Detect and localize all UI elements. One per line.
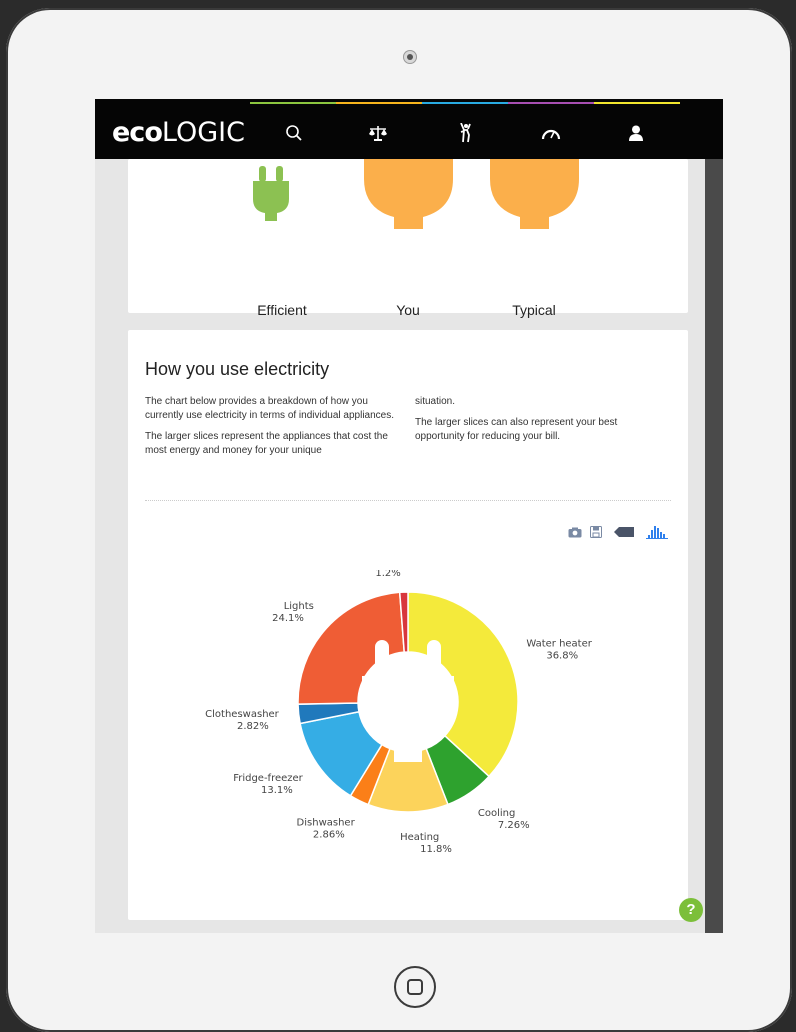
slice-label: Cooling7.26% <box>478 808 530 831</box>
efficient-plug-icon <box>253 166 289 221</box>
top-navbar: ecoLOGIC <box>95 99 723 159</box>
label-you: You <box>396 302 420 318</box>
slice-category: Cooling <box>478 808 515 819</box>
slice-category: Lights <box>284 601 314 612</box>
help-button[interactable]: ? <box>679 898 703 922</box>
strip-segment <box>250 102 336 104</box>
slice-label: Heating11.8% <box>400 832 452 855</box>
chart-toolbar <box>568 525 668 539</box>
slice-label: Dishwasher2.86% <box>297 818 356 841</box>
slice-label: Other1.2% <box>375 570 400 579</box>
slice-percentage: 11.8% <box>420 844 452 855</box>
slice-percentage: 7.26% <box>498 820 530 831</box>
slice-label: Fridge-freezer13.1% <box>233 773 303 796</box>
para-left-1: The chart below provides a breakdown of … <box>145 396 394 421</box>
slice-label: Water heater36.8% <box>526 638 592 661</box>
strip-segment <box>336 102 422 104</box>
slice-category: Heating <box>400 832 439 843</box>
search-icon[interactable] <box>282 121 306 145</box>
you-plug-icon <box>364 159 453 229</box>
para-left-2: The larger slices represent the applianc… <box>145 431 388 456</box>
slice-category: Fridge-freezer <box>233 773 303 784</box>
slice-category: Dishwasher <box>297 818 356 829</box>
slice-percentage: 1.2% <box>375 570 400 579</box>
strip-segment <box>508 102 594 104</box>
comparison-card: Efficient You Typical <box>128 159 688 318</box>
user-icon[interactable] <box>624 121 648 145</box>
section-title: How you use electricity <box>145 359 330 379</box>
slice-percentage: 24.1% <box>272 613 304 624</box>
slice-category: Clotheswasher <box>205 709 280 720</box>
slice-percentage: 2.86% <box>313 830 345 841</box>
description-right: situation. The larger slices can also re… <box>415 395 665 444</box>
label-efficient: Efficient <box>257 302 307 318</box>
bar-chart-icon[interactable] <box>646 525 668 539</box>
slice-label: Lights24.1% <box>272 601 314 624</box>
home-button[interactable] <box>394 966 436 1008</box>
save-icon[interactable] <box>590 526 602 538</box>
label-typical: Typical <box>512 302 556 318</box>
camera <box>403 50 417 64</box>
comparison-plugs <box>253 159 579 229</box>
slice-percentage: 36.8% <box>546 650 578 661</box>
para-right-2: The larger slices can also represent you… <box>415 417 618 442</box>
electricity-pie-chart: Water heater36.8% Cooling7.26% Heating11.8… <box>205 570 593 855</box>
typical-plug-icon <box>490 159 579 229</box>
separator <box>145 500 671 501</box>
camera-icon[interactable] <box>568 527 582 538</box>
scrollbar[interactable] <box>705 159 723 933</box>
person-icon[interactable] <box>453 121 477 145</box>
ecologic-logo[interactable]: ecoLOGIC <box>112 117 245 148</box>
tag-icon[interactable] <box>614 527 634 537</box>
slice-percentage: 2.82% <box>237 721 269 732</box>
usage-card: How you use electricity The chart below … <box>128 330 688 920</box>
description-left: The chart below provides a breakdown of … <box>145 395 397 458</box>
strip-segment <box>422 102 508 104</box>
gauge-icon[interactable] <box>539 121 563 145</box>
strip-segment <box>594 102 680 104</box>
slice-category: Water heater <box>526 638 592 649</box>
color-strip <box>250 102 680 104</box>
slice-percentage: 13.1% <box>261 785 293 796</box>
app-screen: Efficient You Typical How you use electr… <box>95 99 723 933</box>
para-right-1: situation. <box>415 396 456 407</box>
slice-label: Clotheswasher2.82% <box>205 709 280 732</box>
scales-icon[interactable] <box>366 121 390 145</box>
